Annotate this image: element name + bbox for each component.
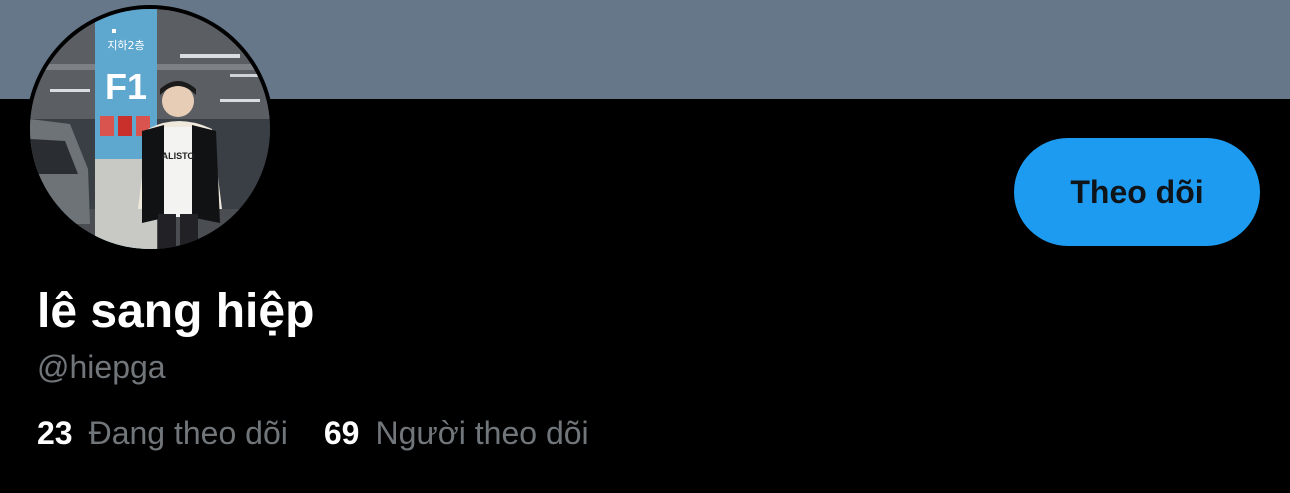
following-link[interactable]: 23 Đang theo dõi (37, 412, 288, 454)
followers-count: 69 (323, 415, 360, 451)
profile-stats: 23 Đang theo dõi 69 Người theo dõi (37, 412, 589, 454)
following-count: 23 (37, 415, 73, 451)
avatar-sign-level: F1 (105, 66, 147, 107)
svg-text:ALISTO: ALISTO (162, 151, 195, 161)
user-handle: @hiepga (37, 349, 166, 385)
followers-label: Người theo dõi (375, 415, 589, 451)
display-name: lê sang hiệp (37, 285, 315, 338)
profile-avatar[interactable]: 지하2층 F1 ALISTO (30, 9, 270, 249)
avatar-photo: 지하2층 F1 ALISTO (30, 9, 270, 249)
follow-button[interactable]: Theo dõi (1014, 138, 1260, 246)
following-label: Đang theo dõi (88, 415, 288, 451)
avatar-sign-text: 지하2층 (107, 38, 144, 52)
followers-link[interactable]: 69 Người theo dõi (324, 412, 589, 454)
